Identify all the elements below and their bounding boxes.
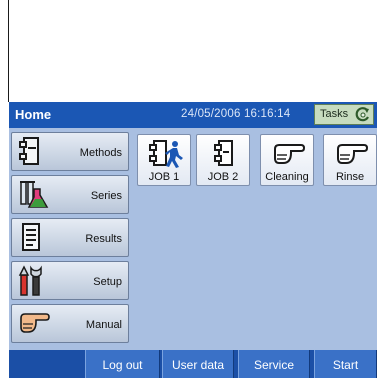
sidebar-item-label: Manual (85, 319, 122, 331)
user-data-button[interactable]: User data (162, 350, 234, 378)
tile-label: Cleaning (265, 171, 309, 183)
tasks-button[interactable]: Tasks (314, 104, 374, 125)
logout-button[interactable]: Log out (85, 350, 160, 378)
sidebar: Methods Series Results Setup Manual (9, 128, 133, 346)
sidebar-item-label: Results (85, 233, 122, 245)
sidebar-item-label: Setup (93, 276, 122, 288)
bottom-toolbar: Log out User data Service Start (9, 350, 377, 378)
beakers-icon (18, 179, 50, 216)
sidebar-item-label: Series (90, 190, 122, 202)
results-document-icon (18, 222, 44, 257)
cleaning-button[interactable]: Cleaning (260, 134, 314, 186)
frame-left-line (8, 0, 9, 102)
tile-label: Rinse (335, 171, 365, 183)
service-button[interactable]: Service (238, 350, 310, 378)
pointing-hand-icon (18, 308, 52, 343)
sidebar-item-series[interactable]: Series (11, 175, 129, 214)
sidebar-item-label: Methods (79, 147, 122, 159)
title-bar: Home 24/05/2006 16:16:14 Tasks (9, 102, 377, 128)
page-title: Home (15, 107, 52, 122)
job2-button[interactable]: JOB 2 (196, 134, 250, 186)
job1-button[interactable]: JOB 1 (137, 134, 191, 186)
tasks-label: Tasks (320, 108, 349, 120)
sidebar-item-results[interactable]: Results (11, 218, 129, 257)
tasks-refresh-icon (355, 106, 371, 126)
datetime-display: 24/05/2006 16:16:14 (181, 108, 291, 120)
job-document-icon (207, 139, 241, 174)
terminal-screen: Home 24/05/2006 16:16:14 Tasks Methods S… (9, 102, 377, 378)
sidebar-item-methods[interactable]: Methods (11, 132, 129, 171)
tile-label: JOB 2 (207, 171, 239, 183)
start-button[interactable]: Start (314, 350, 377, 378)
method-document-icon (18, 136, 44, 171)
tile-label: JOB 1 (148, 171, 180, 183)
sidebar-item-manual[interactable]: Manual (11, 304, 129, 343)
rinse-button[interactable]: Rinse (323, 134, 377, 186)
sidebar-item-setup[interactable]: Setup (11, 261, 129, 300)
pointing-hand-icon (271, 139, 307, 174)
tools-icon (18, 265, 46, 302)
pointing-hand-icon (334, 139, 370, 174)
job-runner-icon (148, 139, 184, 174)
